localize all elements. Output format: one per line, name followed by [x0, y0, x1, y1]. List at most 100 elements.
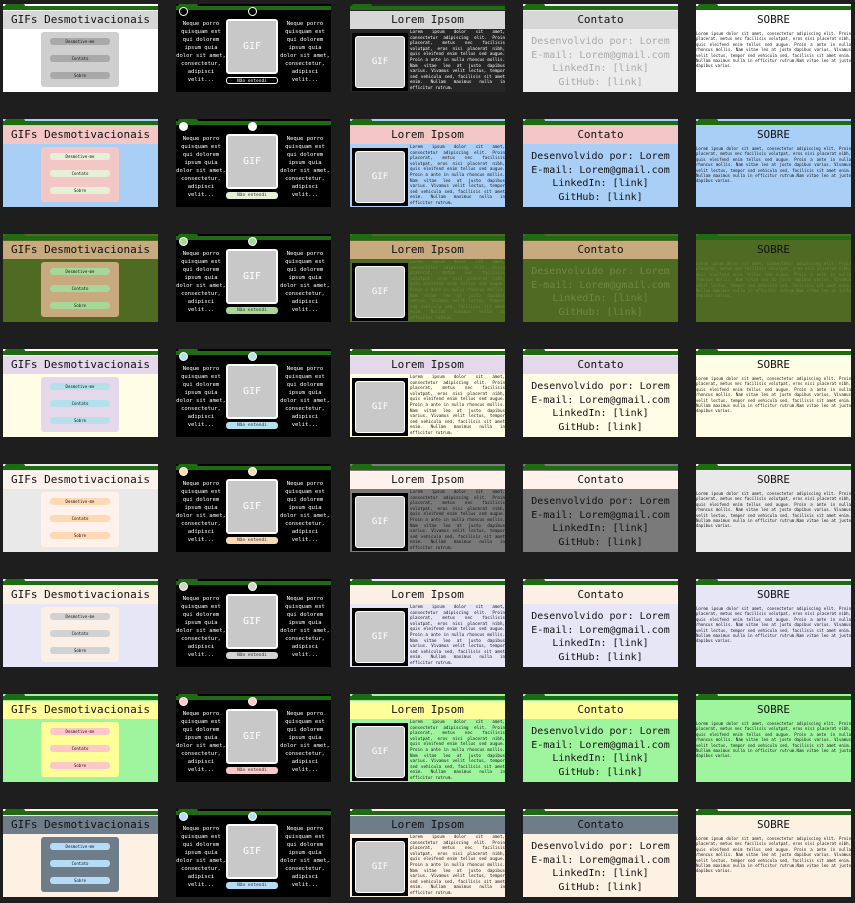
lorem-title: Lorem Ipsom	[350, 471, 505, 489]
refresh-dot-icon[interactable]	[248, 122, 257, 131]
gif-left-text: Neque porro quisquam est qui dolorem ips…	[176, 711, 226, 773]
nao-entendi-button[interactable]: Não entendi	[226, 882, 278, 889]
github-link[interactable]: GitHub: [link]	[523, 881, 678, 894]
linkedin-link[interactable]: LinkedIn: [link]	[523, 752, 678, 765]
sobre-body: Lorem ipsum dolor sit amet, consectetur …	[696, 374, 851, 437]
menu-button-desmotive-me[interactable]: Desmotive-me	[50, 268, 110, 275]
menu-button-sobre[interactable]: Sobre	[50, 187, 110, 194]
gif-screen: Neque porro quisquam est qui dolorem ips…	[176, 464, 331, 552]
menu-button-desmotive-me[interactable]: Desmotive-me	[50, 728, 110, 735]
github-link[interactable]: GitHub: [link]	[523, 536, 678, 549]
menu-button-desmotive-me[interactable]: Desmotive-me	[50, 843, 110, 850]
nao-entendi-button[interactable]: Não entendi	[226, 537, 278, 544]
nao-entendi-button[interactable]: Não entendi	[226, 767, 278, 774]
back-dot-icon[interactable]	[179, 7, 188, 16]
window-top-bar	[696, 119, 851, 126]
sobre-screen: SOBRE Lorem ipsum dolor sit amet, consect…	[696, 349, 851, 437]
contato-body: Desenvolvido por: Lorem E-mail: Lorem@gma…	[523, 29, 678, 92]
sobre-text: Lorem ipsum dolor sit amet, consectetur …	[696, 31, 851, 69]
contato-body: Desenvolvido por: Lorem E-mail: Lorem@gma…	[523, 489, 678, 552]
menu-button-contato[interactable]: Contato	[50, 400, 110, 407]
gif-image: GIF	[226, 479, 278, 534]
sobre-screen: SOBRE Lorem ipsum dolor sit amet, consect…	[696, 4, 851, 92]
back-dot-icon[interactable]	[179, 582, 188, 591]
nao-entendi-button[interactable]: Não entendi	[226, 652, 278, 659]
back-dot-icon[interactable]	[179, 467, 188, 476]
window-tab	[698, 694, 718, 697]
menu-button-contato[interactable]: Contato	[50, 860, 110, 867]
menu-button-contato[interactable]: Contato	[50, 285, 110, 292]
menu-button-contato[interactable]: Contato	[50, 170, 110, 177]
home-body: Desmotive-me Contato Sobre	[3, 719, 158, 782]
email-line: E-mail: Lorem@gmail.com	[531, 164, 670, 176]
linkedin-link[interactable]: LinkedIn: [link]	[523, 62, 678, 75]
gif-screen: Neque porro quisquam est qui dolorem ips…	[176, 234, 331, 322]
sobre-body: Lorem ipsum dolor sit amet, consectetur …	[696, 719, 851, 782]
window-top-bar	[3, 464, 158, 471]
window-tab	[5, 464, 25, 467]
window-tab	[525, 579, 545, 582]
back-dot-icon[interactable]	[179, 812, 188, 821]
menu-button-sobre[interactable]: Sobre	[50, 417, 110, 424]
window-bar-line	[523, 6, 678, 10]
window-bar-line	[696, 351, 851, 355]
window-top-bar	[696, 464, 851, 471]
home-screen: GIFs Desmotivacionais Desmotive-me Contato…	[3, 4, 158, 92]
home-screen: GIFs Desmotivacionais Desmotive-me Contato…	[3, 464, 158, 552]
back-dot-icon[interactable]	[179, 122, 188, 131]
menu-button-desmotive-me[interactable]: Desmotive-me	[50, 153, 110, 160]
lorem-body-area: GIF Lorem ipsum dolor sit amet, consectet…	[350, 29, 505, 92]
github-link[interactable]: GitHub: [link]	[523, 421, 678, 434]
lorem-gif-frame: GIF	[352, 723, 408, 781]
back-dot-icon[interactable]	[179, 697, 188, 706]
window-tab	[698, 809, 718, 812]
menu-button-contato[interactable]: Contato	[50, 745, 110, 752]
menu-button-desmotive-me[interactable]: Desmotive-me	[50, 613, 110, 620]
refresh-dot-icon[interactable]	[248, 237, 257, 246]
refresh-dot-icon[interactable]	[248, 582, 257, 591]
linkedin-link[interactable]: LinkedIn: [link]	[523, 177, 678, 190]
nao-entendi-button[interactable]: Não entendi	[226, 192, 278, 199]
github-link[interactable]: GitHub: [link]	[523, 306, 678, 319]
back-dot-icon[interactable]	[179, 352, 188, 361]
gif-left-text: Neque porro quisquam est qui dolorem ips…	[176, 136, 226, 198]
menu-button-contato[interactable]: Contato	[50, 630, 110, 637]
lorem-screen: Lorem Ipsom GIF Lorem ipsum dolor sit amet…	[350, 579, 505, 667]
menu-button-sobre[interactable]: Sobre	[50, 647, 110, 654]
refresh-dot-icon[interactable]	[248, 7, 257, 16]
github-link[interactable]: GitHub: [link]	[523, 191, 678, 204]
refresh-dot-icon[interactable]	[248, 812, 257, 821]
nao-entendi-button[interactable]: Não entendi	[226, 77, 278, 84]
menu-button-desmotive-me[interactable]: Desmotive-me	[50, 38, 110, 45]
refresh-dot-icon[interactable]	[248, 352, 257, 361]
github-link[interactable]: GitHub: [link]	[523, 766, 678, 779]
menu-button-sobre[interactable]: Sobre	[50, 877, 110, 884]
linkedin-link[interactable]: LinkedIn: [link]	[523, 407, 678, 420]
menu-button-desmotive-me[interactable]: Desmotive-me	[50, 498, 110, 505]
menu-button-contato[interactable]: Contato	[50, 515, 110, 522]
contato-body: Desenvolvido por: Lorem E-mail: Lorem@gma…	[523, 719, 678, 782]
linkedin-link[interactable]: LinkedIn: [link]	[523, 522, 678, 535]
menu-button-contato[interactable]: Contato	[50, 55, 110, 62]
refresh-dot-icon[interactable]	[248, 467, 257, 476]
back-dot-icon[interactable]	[179, 237, 188, 246]
menu-button-sobre[interactable]: Sobre	[50, 302, 110, 309]
nao-entendi-button[interactable]: Não entendi	[226, 422, 278, 429]
email-line: E-mail: Lorem@gmail.com	[531, 49, 670, 61]
menu-button-desmotive-me[interactable]: Desmotive-me	[50, 383, 110, 390]
gif-image: GIF	[226, 364, 278, 419]
lorem-text: Lorem ipsum dolor sit amet, consectetur …	[410, 719, 505, 780]
window-bar-line	[696, 236, 851, 240]
menu-button-sobre[interactable]: Sobre	[50, 762, 110, 769]
linkedin-link[interactable]: LinkedIn: [link]	[523, 292, 678, 305]
refresh-dot-icon[interactable]	[248, 697, 257, 706]
linkedin-link[interactable]: LinkedIn: [link]	[523, 637, 678, 650]
nao-entendi-button[interactable]: Não entendi	[226, 307, 278, 314]
sobre-title: SOBRE	[696, 126, 851, 144]
menu-button-sobre[interactable]: Sobre	[50, 532, 110, 539]
linkedin-link[interactable]: LinkedIn: [link]	[523, 867, 678, 880]
window-tab	[525, 349, 545, 352]
menu-button-sobre[interactable]: Sobre	[50, 72, 110, 79]
github-link[interactable]: GitHub: [link]	[523, 651, 678, 664]
github-link[interactable]: GitHub: [link]	[523, 76, 678, 89]
